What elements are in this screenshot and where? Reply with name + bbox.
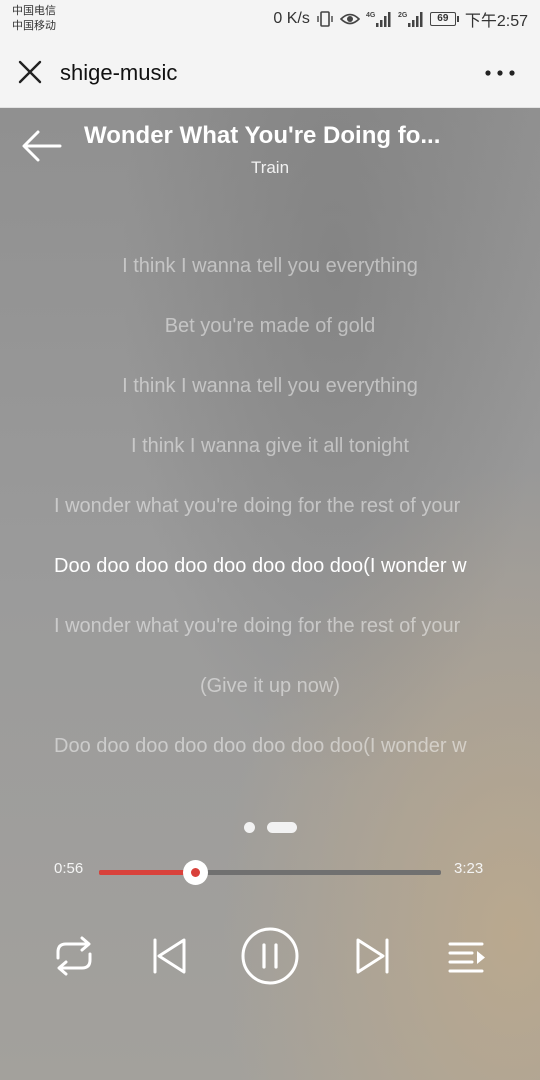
lyric-line: (Give it up now) <box>199 675 341 697</box>
app-title: shige-music <box>60 60 178 85</box>
eye-icon <box>339 13 360 25</box>
carrier-info: 中国电信 中国移动 <box>12 4 56 34</box>
lyric-line: I wonder what you're doing for the rest … <box>54 495 461 517</box>
page-dot-active <box>267 822 297 833</box>
pause-icon[interactable] <box>240 926 300 986</box>
progress-slider[interactable] <box>99 860 441 885</box>
signal-2g-icon: 2G <box>398 12 423 27</box>
svg-text:4G: 4G <box>366 12 376 19</box>
lyric-line: I wonder what you're doing for the rest … <box>54 615 461 637</box>
lyric-line: I think I wanna give it all tonight <box>131 435 409 457</box>
signal-4g-icon: 4G <box>366 12 391 27</box>
page-indicator <box>244 822 297 833</box>
clock: 下午2:57 <box>464 13 528 30</box>
progress-fill <box>99 870 195 875</box>
carrier-2: 中国移动 <box>12 20 56 32</box>
progress-thumb[interactable] <box>182 860 208 885</box>
lyric-line: Doo doo doo doo doo doo doo doo(I wonder… <box>54 735 467 757</box>
battery-icon: 69 <box>429 12 459 26</box>
playlist-icon[interactable] <box>446 938 488 976</box>
lyrics-panel[interactable]: I think I wanna tell you everything Bet … <box>54 240 486 780</box>
battery-level: 69 <box>429 12 456 26</box>
lyric-line-current: Doo doo doo doo doo doo doo doo(I wonder… <box>54 555 467 577</box>
status-bar: 中国电信 中国移动 0 K/s 4G 2G 69 下午2:57 <box>0 0 540 38</box>
lyric-line: Bet you're made of gold <box>164 315 376 337</box>
carrier-1: 中国电信 <box>12 5 56 17</box>
next-track-icon[interactable] <box>352 934 392 978</box>
song-artist: Train <box>250 158 290 177</box>
page-dot <box>244 822 255 833</box>
music-player: Wonder What You're Doing fo... Train I t… <box>0 108 540 1080</box>
lyric-line: I think I wanna tell you everything <box>122 255 418 277</box>
vibrate-icon <box>317 11 333 27</box>
app-header: shige-music <box>0 38 540 108</box>
lyric-line: I think I wanna tell you everything <box>122 375 418 397</box>
close-icon[interactable] <box>16 58 44 86</box>
total-time: 3:23 <box>454 860 484 877</box>
svg-text:2G: 2G <box>398 12 408 19</box>
previous-track-icon[interactable] <box>150 934 190 978</box>
more-icon[interactable] <box>482 60 518 86</box>
status-indicators: 0 K/s 4G 2G 69 下午2:57 <box>273 8 528 30</box>
repeat-icon[interactable] <box>52 934 96 978</box>
song-title: Wonder What You're Doing fo... <box>84 122 441 149</box>
net-speed: 0 K/s <box>273 10 310 27</box>
current-time: 0:56 <box>54 860 84 877</box>
